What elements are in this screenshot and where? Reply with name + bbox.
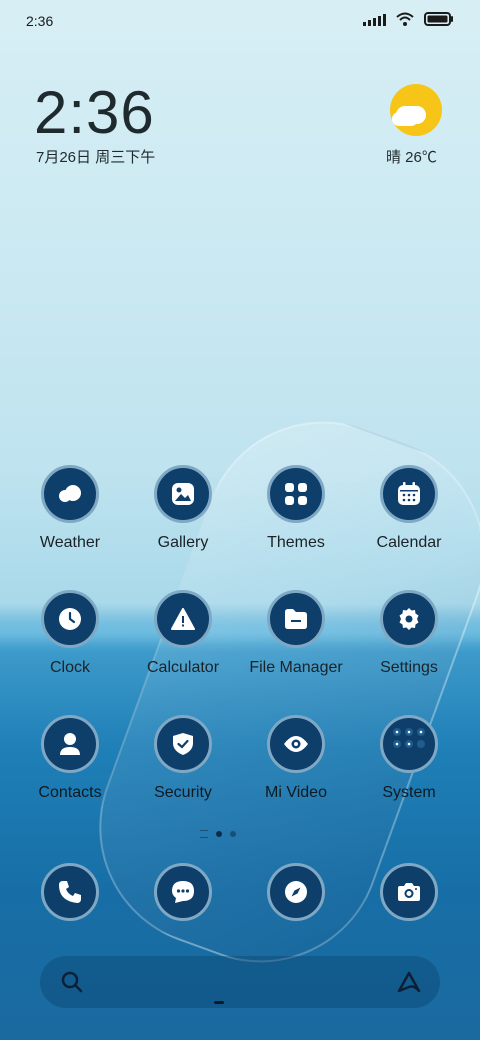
search-bar[interactable] <box>40 956 440 1008</box>
app-label: Weather <box>39 534 101 551</box>
app-contacts[interactable]: Contacts <box>14 715 126 802</box>
calendar-icon <box>380 465 438 523</box>
app-mi-video[interactable]: Mi Video <box>240 715 352 802</box>
file-manager-icon <box>267 590 325 648</box>
feed-page-dot[interactable] <box>200 830 208 838</box>
gallery-icon <box>154 465 212 523</box>
dock-browser[interactable] <box>240 863 352 921</box>
app-clock[interactable]: Clock <box>14 590 126 677</box>
app-label: System <box>382 784 436 801</box>
status-bar: 2:36 <box>0 0 480 40</box>
page-indicator[interactable] <box>200 830 236 838</box>
dock-phone[interactable] <box>14 863 126 921</box>
app-themes[interactable]: Themes <box>240 465 352 552</box>
app-calendar[interactable]: Calendar <box>353 465 465 552</box>
app-label: Security <box>154 784 212 801</box>
app-gallery[interactable]: Gallery <box>127 465 239 552</box>
app-label: Settings <box>380 659 438 676</box>
weather-icon <box>41 465 99 523</box>
battery-icon <box>424 12 454 26</box>
app-label: Gallery <box>157 534 209 551</box>
camera-icon <box>380 863 438 921</box>
security-icon <box>154 715 212 773</box>
contacts-icon <box>41 715 99 773</box>
dock-camera[interactable] <box>353 863 465 921</box>
themes-icon <box>267 465 325 523</box>
status-icons <box>363 12 454 26</box>
app-label: Clock <box>49 659 90 676</box>
wifi-icon <box>396 12 414 26</box>
app-label: Calculator <box>146 659 220 676</box>
status-time: 2:36 <box>26 13 54 29</box>
clock-widget-date[interactable]: 7月26日 周三下午 <box>36 146 155 167</box>
mi-video-icon <box>267 715 325 773</box>
page-dot[interactable] <box>230 831 236 837</box>
messages-icon <box>154 863 212 921</box>
system-folder-icon <box>380 715 438 773</box>
app-label: Themes <box>267 534 325 551</box>
clock-icon <box>41 590 99 648</box>
app-settings[interactable]: Settings <box>353 590 465 677</box>
phone-icon <box>41 863 99 921</box>
clock-widget-time[interactable]: 2:36 <box>34 78 155 147</box>
dock-messages[interactable] <box>127 863 239 921</box>
app-calculator[interactable]: Calculator <box>127 590 239 677</box>
calculator-icon <box>154 590 212 648</box>
cloud-icon <box>392 112 418 126</box>
folder-system[interactable]: System <box>353 715 465 802</box>
browser-icon <box>267 863 325 921</box>
app-security[interactable]: Security <box>127 715 239 802</box>
sun-icon[interactable] <box>390 84 442 136</box>
app-label: File Manager <box>249 659 343 676</box>
page-dot-active[interactable] <box>216 831 222 837</box>
app-weather[interactable]: Weather <box>14 465 126 552</box>
app-label: Mi Video <box>265 784 327 801</box>
search-icon[interactable] <box>60 970 84 999</box>
signal-icon <box>363 12 386 26</box>
app-label: Contacts <box>38 784 102 801</box>
weather-widget-text[interactable]: 晴 26℃ <box>386 146 437 167</box>
home-indicator <box>214 1001 224 1004</box>
app-label: Calendar <box>376 534 442 551</box>
assistant-icon[interactable] <box>396 970 422 999</box>
settings-icon <box>380 590 438 648</box>
app-file-manager[interactable]: File Manager <box>240 590 352 677</box>
